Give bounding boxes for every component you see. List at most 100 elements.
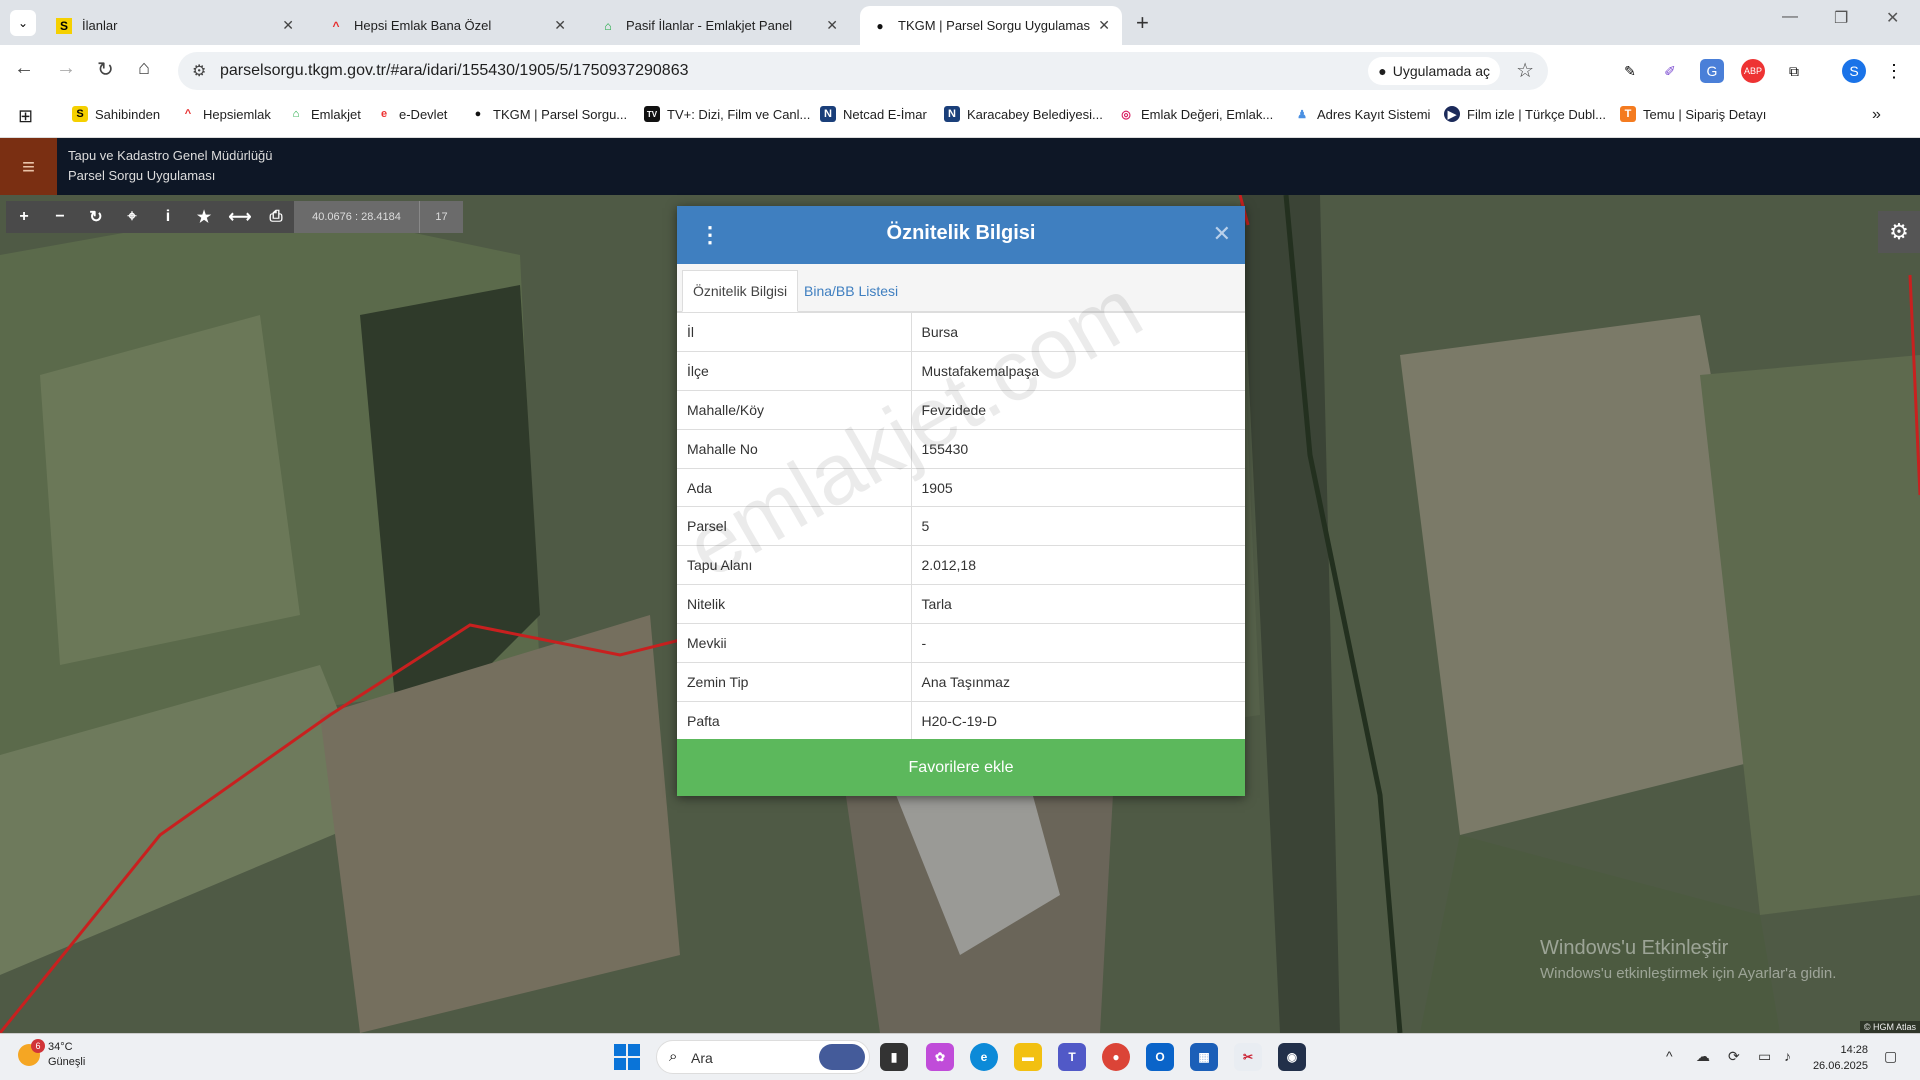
settings-gear-icon[interactable]: ⚙ (1878, 211, 1920, 253)
bookmark-edevlet[interactable]: e e-Devlet (376, 106, 447, 122)
bookmark-adres-kayit[interactable]: ♟ Adres Kayıt Sistemi (1294, 106, 1430, 122)
weather-widget[interactable]: 6 34°C Güneşli (18, 1039, 85, 1070)
file-explorer-icon[interactable]: ▬ (1014, 1043, 1042, 1071)
home-icon[interactable]: ⌂ (138, 57, 150, 80)
apps-grid-icon[interactable]: ⊞ (18, 106, 33, 127)
copilot-icon[interactable]: ✿ (926, 1043, 954, 1071)
close-icon[interactable]: ✕ (1213, 221, 1231, 247)
bookmark-star-icon[interactable]: ☆ (1516, 58, 1534, 83)
table-row: Mahalle/Köy Fevzidede (677, 389, 1245, 430)
system-clock[interactable]: 14:28 26.06.2025 (1804, 1042, 1868, 1074)
bookmark-film-izle[interactable]: ▶ Film izle | Türkçe Dubl... (1444, 106, 1606, 122)
bookmark-label: Temu | Sipariş Detayı (1643, 106, 1767, 122)
table-row: Mahalle No 155430 (677, 428, 1245, 469)
address-bar[interactable]: ⚙ parselsorgu.tkgm.gov.tr/#ara/idari/155… (178, 52, 1548, 90)
tab-attribute-info[interactable]: Öznitelik Bilgisi (682, 270, 799, 312)
bookmark-temu[interactable]: T Temu | Sipariş Detayı (1620, 106, 1766, 122)
extensions-icon[interactable]: ⧉ (1782, 59, 1806, 83)
print-icon[interactable]: ⎙ (258, 201, 294, 233)
network-icon[interactable]: ▭ (1758, 1048, 1771, 1065)
table-row: İl Bursa (677, 312, 1245, 352)
close-tab-icon[interactable]: ✕ (554, 17, 566, 34)
bookmark-netcad[interactable]: N Netcad E-İmar (820, 106, 927, 122)
bookmark-tvplus[interactable]: TV TV+: Dizi, Film ve Canl... (644, 106, 810, 122)
attribute-key: Ada (677, 467, 912, 507)
back-icon[interactable]: ← (14, 57, 34, 80)
info-icon[interactable]: i (150, 201, 186, 233)
close-window-icon[interactable]: ✕ (1886, 8, 1899, 28)
url-text[interactable]: parselsorgu.tkgm.gov.tr/#ara/idari/15543… (220, 62, 688, 80)
table-row: Tapu Alanı 2.012,18 (677, 545, 1245, 585)
site-info-icon[interactable]: ⚙ (192, 61, 206, 81)
chrome-icon[interactable]: ● (1102, 1043, 1130, 1071)
profile-avatar[interactable]: S (1842, 59, 1866, 83)
refresh-icon[interactable]: ↻ (78, 201, 114, 233)
bookmark-label: TKGM | Parsel Sorgu... (493, 106, 628, 122)
attribute-key: Mevkii (677, 623, 912, 663)
tab-emlakjet[interactable]: ⌂ Pasif İlanlar - Emlakjet Panel ✕ (588, 6, 850, 45)
reload-icon[interactable]: ↻ (97, 57, 114, 82)
windows-taskbar: 6 34°C Güneşli ⌕ Ara ▮ ✿ e ▬ T ● O ▦ ✂ ◉… (0, 1033, 1920, 1080)
bookmark-label: TV+: Dizi, Film ve Canl... (667, 106, 811, 122)
sync-icon[interactable]: ⟳ (1728, 1048, 1740, 1065)
media-app-icon[interactable]: ◉ (1278, 1043, 1306, 1071)
attribute-key: Tapu Alanı (677, 545, 912, 585)
bookmark-hepsiemlak[interactable]: ^ Hepsiemlak (180, 106, 271, 122)
store-icon[interactable]: ▦ (1190, 1043, 1218, 1071)
tray-overflow-icon[interactable]: ^ (1666, 1048, 1673, 1064)
restore-icon[interactable]: ❐ (1834, 8, 1848, 28)
volume-icon[interactable]: ♪ (1784, 1048, 1791, 1064)
favorite-star-icon[interactable]: ★ (186, 201, 222, 233)
bookmark-sahibinden[interactable]: S Sahibinden (72, 106, 160, 122)
notifications-icon[interactable]: ▢ (1884, 1048, 1897, 1065)
bookmark-karacabey[interactable]: N Karacabey Belediyesi... (944, 106, 1103, 122)
browser-tab-bar: ⌄ S İlanlar ✕ ^ Hepsi Emlak Bana Özel ✕ … (0, 0, 1920, 45)
more-bookmarks-icon[interactable]: » (1872, 106, 1881, 124)
tab-ilanlar[interactable]: S İlanlar ✕ (44, 6, 306, 45)
snipping-tool-icon[interactable]: ✂ (1234, 1043, 1262, 1071)
edge-icon[interactable]: e (970, 1043, 998, 1071)
attribute-value: Tarla (911, 584, 1245, 624)
bookmark-emlakjet[interactable]: ⌂ Emlakjet (288, 106, 361, 122)
close-tab-icon[interactable]: ✕ (282, 17, 294, 34)
tab-tkgm[interactable]: ● TKGM | Parsel Sorgu Uygulaması ✕ (860, 6, 1122, 45)
adblock-icon[interactable]: ABP (1741, 59, 1765, 83)
bookmark-tkgm[interactable]: ● TKGM | Parsel Sorgu... (470, 106, 627, 122)
attribute-value: 1905 (911, 467, 1245, 507)
outlook-icon[interactable]: O (1146, 1043, 1174, 1071)
bookmark-label: Film izle | Türkçe Dubl... (1467, 106, 1606, 122)
teams-icon[interactable]: T (1058, 1043, 1086, 1071)
new-tab-button[interactable]: + (1136, 10, 1149, 36)
close-tab-icon[interactable]: ✕ (826, 17, 838, 34)
minimize-icon[interactable]: — (1782, 8, 1798, 26)
eyedropper-icon[interactable]: ✎ (1618, 59, 1642, 83)
forward-icon[interactable]: → (56, 57, 76, 80)
map-toolbar: + − ↻ ⌖ i ★ ⟷ ⎙ 40.0676 : 28.4184 17 (6, 201, 463, 233)
tab-search-icon[interactable]: ⌄ (10, 10, 36, 36)
tab-title: TKGM | Parsel Sorgu Uygulaması (898, 18, 1091, 33)
tab-title: İlanlar (82, 18, 118, 33)
task-view-icon[interactable]: ▮ (880, 1043, 908, 1071)
bookmark-emlak-degeri[interactable]: ◎ Emlak Değeri, Emlak... (1118, 106, 1273, 122)
search-icon: ⌕ (669, 1048, 678, 1065)
hamburger-menu-icon[interactable]: ≡ (0, 138, 57, 195)
tab-title: Pasif İlanlar - Emlakjet Panel (626, 18, 793, 33)
modal-title: Öznitelik Bilgisi (886, 222, 1036, 244)
attribute-key: Zemin Tip (677, 662, 912, 702)
add-favorite-button[interactable]: Favorilere ekle (677, 739, 1245, 796)
translate-icon[interactable]: G (1700, 59, 1724, 83)
attribute-value: - (911, 623, 1245, 663)
zoom-out-icon[interactable]: − (42, 201, 78, 233)
onedrive-icon[interactable]: ☁ (1696, 1048, 1710, 1065)
pen-extension-icon[interactable]: ✐ (1658, 59, 1682, 83)
start-button[interactable] (614, 1044, 640, 1070)
measure-icon[interactable]: ⟷ (222, 201, 258, 233)
zoom-in-icon[interactable]: + (6, 201, 42, 233)
locate-icon[interactable]: ⌖ (114, 201, 150, 233)
open-in-app-button[interactable]: ● Uygulamada aç (1368, 57, 1500, 85)
taskbar-search[interactable]: ⌕ Ara (656, 1040, 870, 1074)
tab-building-list[interactable]: Bina/BB Listesi (794, 270, 908, 312)
tab-hepsiemlak[interactable]: ^ Hepsi Emlak Bana Özel ✕ (316, 6, 578, 45)
close-tab-icon[interactable]: ✕ (1098, 17, 1110, 34)
menu-icon[interactable]: ⋮ (1882, 59, 1906, 83)
